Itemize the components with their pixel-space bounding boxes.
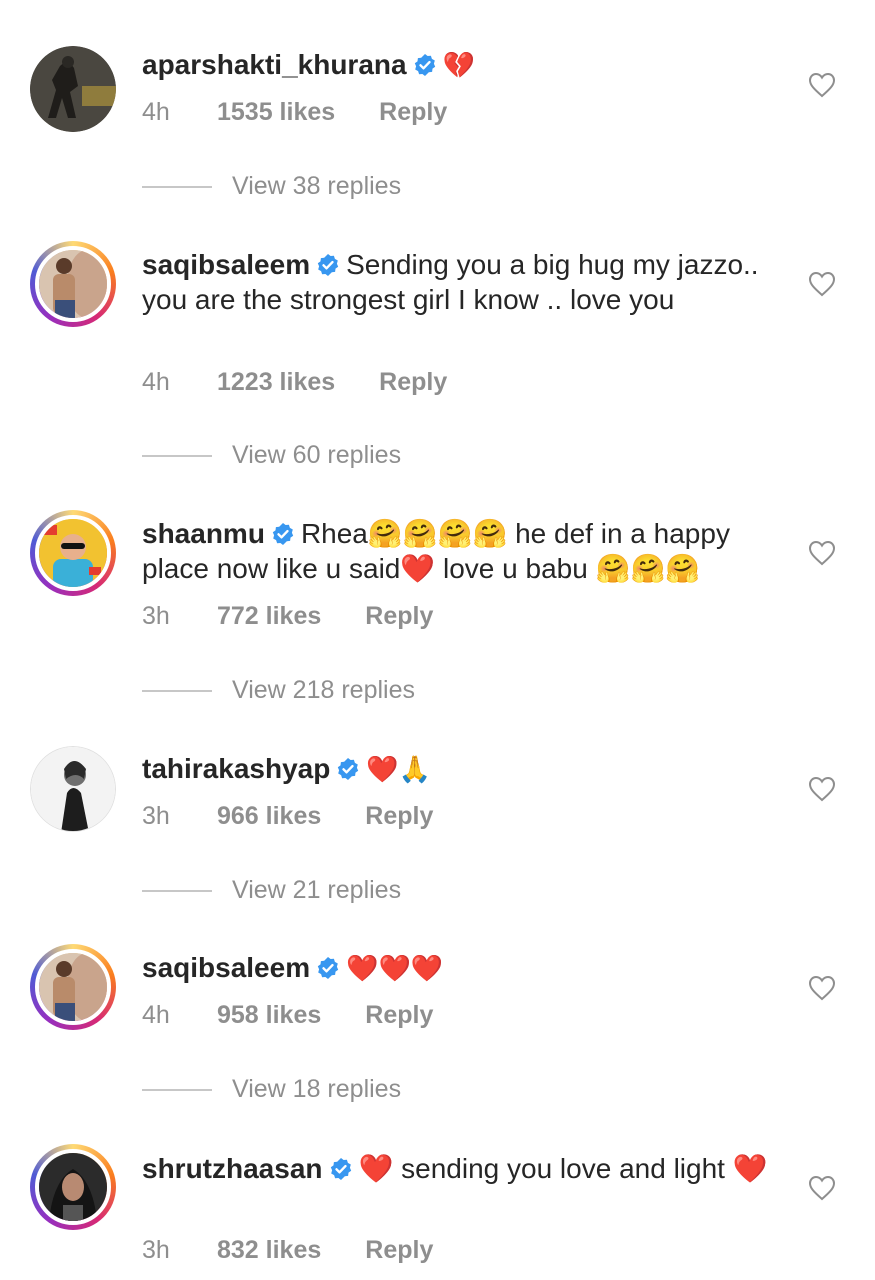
likes-count[interactable]: 1535 likes xyxy=(217,96,335,128)
view-replies-label: View 21 replies xyxy=(232,876,402,904)
verified-badge-icon xyxy=(414,54,435,76)
comment-meta: 4h 1223 likes Reply xyxy=(142,366,447,398)
view-replies-label: View 60 replies xyxy=(232,441,402,469)
view-replies-link[interactable]: View 38 replies xyxy=(142,170,401,202)
likes-count[interactable]: 958 likes xyxy=(217,999,321,1031)
avatar[interactable] xyxy=(30,746,116,832)
avatar[interactable] xyxy=(30,1144,116,1230)
timestamp: 3h xyxy=(142,1236,170,1264)
verified-badge-icon xyxy=(272,523,294,545)
username[interactable]: shrutzhaasan xyxy=(142,1153,323,1184)
heart-outline-icon[interactable] xyxy=(808,1175,836,1201)
reply-button[interactable]: Reply xyxy=(379,96,447,128)
avatar-photo xyxy=(39,250,107,318)
username[interactable]: saqibsaleem xyxy=(142,249,310,280)
avatar-photo xyxy=(31,747,115,831)
comment-text: aparshakti_khurana 💔 xyxy=(142,47,782,84)
comment-meta: 3h 772 likes Reply xyxy=(142,600,433,632)
comment-meta: 4h 958 likes Reply xyxy=(142,999,433,1031)
view-replies-link[interactable]: View 18 replies xyxy=(142,1073,401,1105)
comment-text: shrutzhaasan ❤️ sending you love and ligh… xyxy=(142,1151,782,1186)
heart-outline-icon[interactable] xyxy=(808,271,836,297)
heart-outline-icon[interactable] xyxy=(808,975,836,1001)
comment-text: saqibsaleem ❤️❤️❤️ xyxy=(142,950,782,987)
username[interactable]: shaanmu xyxy=(142,518,265,549)
comment-body: ❤️🙏 xyxy=(366,755,432,785)
avatar[interactable] xyxy=(30,46,116,132)
comment-text: tahirakashyap ❤️🙏 xyxy=(142,751,782,788)
view-replies-link[interactable]: View 60 replies xyxy=(142,439,401,471)
comment-meta: 3h 832 likes Reply xyxy=(142,1234,433,1266)
timestamp: 4h xyxy=(142,368,170,396)
comment-body: 💔 xyxy=(442,51,475,81)
avatar-photo xyxy=(39,519,107,587)
verified-badge-icon xyxy=(317,254,339,276)
verified-badge-icon xyxy=(317,957,339,979)
timestamp: 3h xyxy=(142,602,170,630)
avatar[interactable] xyxy=(30,510,116,596)
view-replies-label: View 218 replies xyxy=(232,676,415,704)
timestamp: 3h xyxy=(142,802,170,830)
reply-button[interactable]: Reply xyxy=(379,366,447,398)
username[interactable]: aparshakti_khurana xyxy=(142,49,407,80)
reply-button[interactable]: Reply xyxy=(365,999,433,1031)
comment-body: ❤️ sending you love and light ❤️ xyxy=(358,1153,768,1184)
divider-line xyxy=(142,186,212,189)
verified-badge-icon xyxy=(338,758,359,780)
view-replies-link[interactable]: View 218 replies xyxy=(142,674,415,706)
view-replies-link[interactable]: View 21 replies xyxy=(142,874,401,906)
heart-outline-icon[interactable] xyxy=(808,72,836,98)
comment-text: shaanmu Rhea🤗🤗🤗🤗 he def in a happy place … xyxy=(142,516,782,586)
timestamp: 4h xyxy=(142,98,170,126)
verified-badge-icon xyxy=(330,1158,351,1180)
likes-count[interactable]: 832 likes xyxy=(217,1234,321,1266)
reply-button[interactable]: Reply xyxy=(365,1234,433,1266)
username[interactable]: tahirakashyap xyxy=(142,753,330,784)
avatar-photo xyxy=(39,1153,107,1221)
avatar[interactable] xyxy=(30,241,116,327)
divider-line xyxy=(142,1089,212,1092)
avatar[interactable] xyxy=(30,944,116,1030)
timestamp: 4h xyxy=(142,1001,170,1029)
reply-button[interactable]: Reply xyxy=(365,600,433,632)
heart-outline-icon[interactable] xyxy=(808,776,836,802)
reply-button[interactable]: Reply xyxy=(365,800,433,832)
view-replies-label: View 38 replies xyxy=(232,172,402,200)
comment-meta: 4h 1535 likes Reply xyxy=(142,96,447,128)
likes-count[interactable]: 966 likes xyxy=(217,800,321,832)
divider-line xyxy=(142,690,212,693)
comment-text: saqibsaleem Sending you a big hug my jazz… xyxy=(142,247,782,317)
comment-body: ❤️❤️❤️ xyxy=(346,954,444,984)
heart-outline-icon[interactable] xyxy=(808,540,836,566)
divider-line xyxy=(142,455,212,458)
likes-count[interactable]: 772 likes xyxy=(217,600,321,632)
view-replies-label: View 18 replies xyxy=(232,1075,402,1103)
username[interactable]: saqibsaleem xyxy=(142,952,310,983)
avatar-photo xyxy=(30,46,116,132)
avatar-photo xyxy=(39,953,107,1021)
divider-line xyxy=(142,890,212,893)
comment-meta: 3h 966 likes Reply xyxy=(142,800,433,832)
likes-count[interactable]: 1223 likes xyxy=(217,366,335,398)
